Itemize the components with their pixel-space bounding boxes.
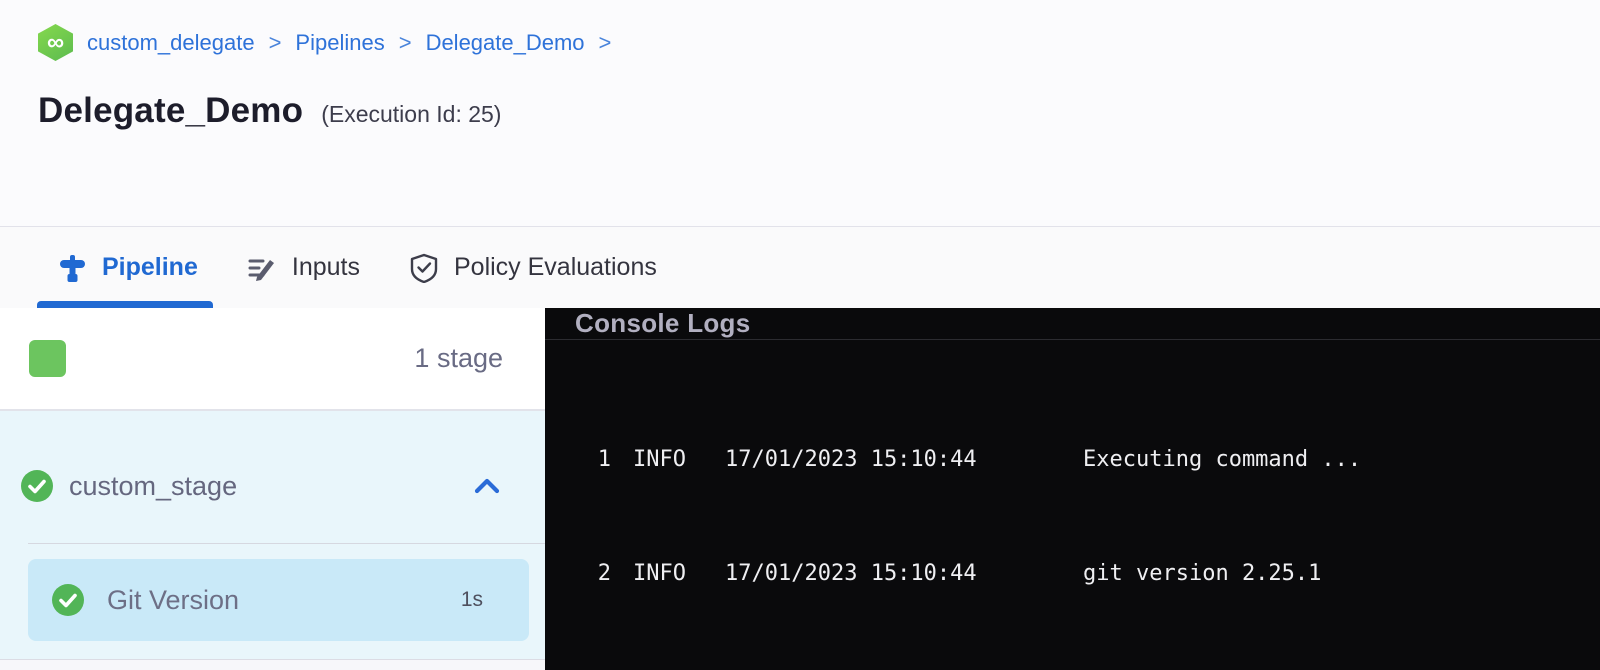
stage-panel: 1 stage custom_stage Git Version: [0, 308, 545, 670]
execution-main: 1 stage custom_stage Git Version: [0, 308, 1600, 670]
page-header: ∞ custom_delegate > Pipelines > Delegate…: [0, 0, 1600, 226]
success-check-icon: [21, 470, 53, 502]
stage-summary-row: 1 stage: [0, 308, 545, 411]
tab-policy-evaluations[interactable]: Policy Evaluations: [409, 253, 657, 283]
steps-divider: [28, 543, 545, 544]
stage-section: custom_stage Git Version 1s: [0, 411, 545, 670]
tab-inputs-label: Inputs: [292, 253, 360, 282]
panel-bottom-strip: [0, 659, 545, 670]
shield-check-icon: [409, 253, 439, 283]
breadcrumb-link-pipeline-name[interactable]: Delegate_Demo: [426, 30, 585, 56]
step-name-label: Git Version: [107, 585, 239, 616]
log-message: git version 2.25.1: [1083, 555, 1321, 593]
log-timestamp: 17/01/2023 15:10:44: [725, 555, 987, 593]
inputs-edit-icon: [247, 253, 277, 283]
console-logs-title: Console Logs: [575, 308, 751, 339]
log-timestamp: 17/01/2023 15:10:44: [725, 441, 987, 479]
chevron-right-separator: >: [267, 30, 284, 56]
breadcrumb: ∞ custom_delegate > Pipelines > Delegate…: [38, 24, 1600, 61]
console-log-area: 1 INFO 17/01/2023 15:10:44 Executing com…: [545, 340, 1600, 670]
harness-cd-logo-icon[interactable]: ∞: [38, 24, 73, 61]
stage-name-label: custom_stage: [69, 471, 237, 502]
tab-bar: Pipeline Inputs Policy Evaluations: [0, 226, 1600, 308]
chevron-right-separator: >: [597, 30, 614, 56]
stage-row-custom-stage[interactable]: custom_stage: [0, 455, 545, 517]
log-level: INFO: [633, 555, 691, 593]
stage-status-square: [29, 340, 66, 377]
title-row: Delegate_Demo (Execution Id: 25): [38, 91, 1600, 131]
tab-inputs[interactable]: Inputs: [247, 253, 360, 283]
tab-pipeline[interactable]: Pipeline: [57, 253, 198, 283]
console-logs-panel: Console Logs 1 INFO 17/01/2023 15:10:44 …: [545, 308, 1600, 670]
chevron-up-icon[interactable]: [473, 476, 501, 496]
breadcrumb-link-pipelines[interactable]: Pipelines: [295, 30, 384, 56]
log-message: Executing command ...: [1083, 441, 1361, 479]
stage-count-label: 1 stage: [414, 343, 503, 374]
console-logs-header: Console Logs: [545, 308, 1600, 340]
tab-policy-evaluations-label: Policy Evaluations: [454, 253, 657, 282]
step-duration-label: 1s: [461, 588, 483, 612]
pipeline-icon: [57, 253, 87, 283]
log-line: 2 INFO 17/01/2023 15:10:44 git version 2…: [595, 555, 1600, 593]
step-row-git-version[interactable]: Git Version 1s: [28, 559, 529, 641]
execution-id-label: (Execution Id: 25): [321, 101, 501, 128]
log-line-number: 2: [595, 555, 611, 593]
success-check-icon: [52, 584, 84, 616]
chevron-right-separator: >: [397, 30, 414, 56]
log-level: INFO: [633, 441, 691, 479]
page-title: Delegate_Demo: [38, 91, 303, 131]
active-tab-underline: [37, 301, 213, 308]
breadcrumb-link-project[interactable]: custom_delegate: [87, 30, 255, 56]
log-line-number: 1: [595, 441, 611, 479]
tab-pipeline-label: Pipeline: [102, 253, 198, 282]
log-line: 1 INFO 17/01/2023 15:10:44 Executing com…: [595, 441, 1600, 479]
